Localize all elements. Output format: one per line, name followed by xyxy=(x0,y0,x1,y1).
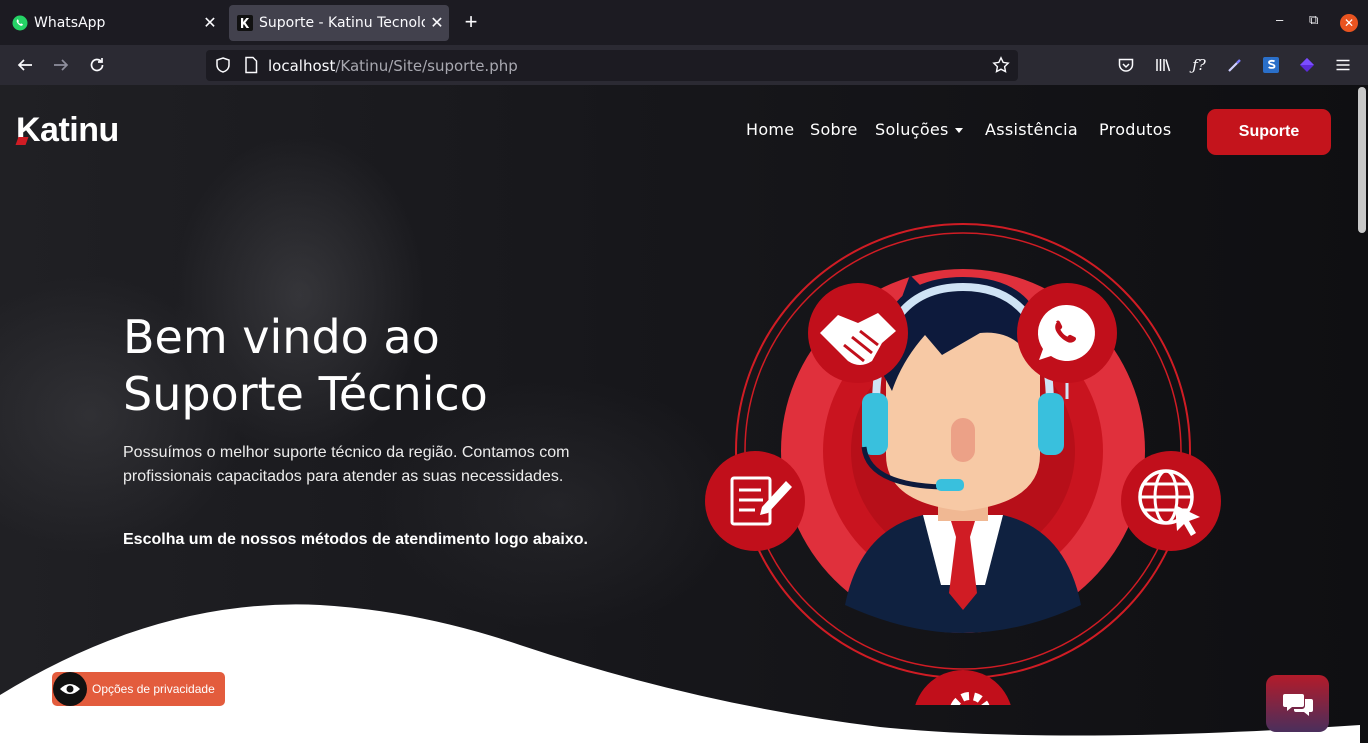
privacy-options-button[interactable]: Opções de privacidade xyxy=(52,672,225,706)
close-tab-icon[interactable]: ✕ xyxy=(198,13,222,33)
chat-icon xyxy=(1282,693,1313,716)
tab-title: Suporte - Katinu Tecnologia xyxy=(259,15,425,31)
page-viewport: Katinu Home Sobre Soluções Assistência P… xyxy=(0,85,1368,743)
chat-button[interactable] xyxy=(1266,675,1329,732)
library-icon[interactable] xyxy=(1151,53,1175,77)
extension-s-icon[interactable] xyxy=(1259,53,1283,77)
color-picker-icon[interactable] xyxy=(1223,53,1247,77)
restore-icon[interactable]: ⧉ xyxy=(1309,12,1318,28)
url-bar[interactable]: localhost/Katinu/Site/suporte.php xyxy=(206,50,1018,81)
tab-whatsapp[interactable]: WhatsApp ✕ xyxy=(4,5,222,41)
hero-wave-divider xyxy=(0,604,1360,743)
tab-suporte[interactable]: Suporte - Katinu Tecnologia ✕ xyxy=(229,5,449,41)
forward-icon[interactable] xyxy=(49,53,73,77)
whatsapp-icon xyxy=(12,15,28,31)
url-path: /Katinu/Site/suporte.php xyxy=(335,57,518,75)
shield-icon[interactable] xyxy=(214,56,232,79)
close-tab-icon[interactable]: ✕ xyxy=(425,13,449,33)
pocket-icon[interactable] xyxy=(1114,53,1138,77)
browser-tab-bar: WhatsApp ✕ Suporte - Katinu Tecnologia ✕… xyxy=(0,0,1368,45)
privacy-options-label: Opções de privacidade xyxy=(92,682,215,696)
bookmark-star-icon[interactable] xyxy=(992,56,1010,79)
url-host: localhost xyxy=(268,57,336,75)
extension-diamond-icon[interactable] xyxy=(1295,53,1319,77)
back-icon[interactable] xyxy=(13,53,37,77)
page-info-icon[interactable] xyxy=(243,56,259,79)
new-tab-button[interactable]: + xyxy=(460,11,482,33)
window-close-button[interactable]: ✕ xyxy=(1340,14,1358,32)
browser-toolbar: localhost/Katinu/Site/suporte.php ƒ? xyxy=(0,45,1368,85)
page-scrollbar[interactable] xyxy=(1358,87,1366,233)
reload-icon[interactable] xyxy=(85,53,109,77)
minimize-icon[interactable]: – xyxy=(1276,12,1283,27)
font-finder-icon[interactable]: ƒ? xyxy=(1187,53,1211,77)
katinu-favicon xyxy=(237,15,253,31)
tab-title: WhatsApp xyxy=(34,15,106,31)
url-text: localhost/Katinu/Site/suporte.php xyxy=(268,57,518,75)
eye-icon xyxy=(53,672,87,706)
menu-hamburger-icon[interactable] xyxy=(1331,53,1355,77)
